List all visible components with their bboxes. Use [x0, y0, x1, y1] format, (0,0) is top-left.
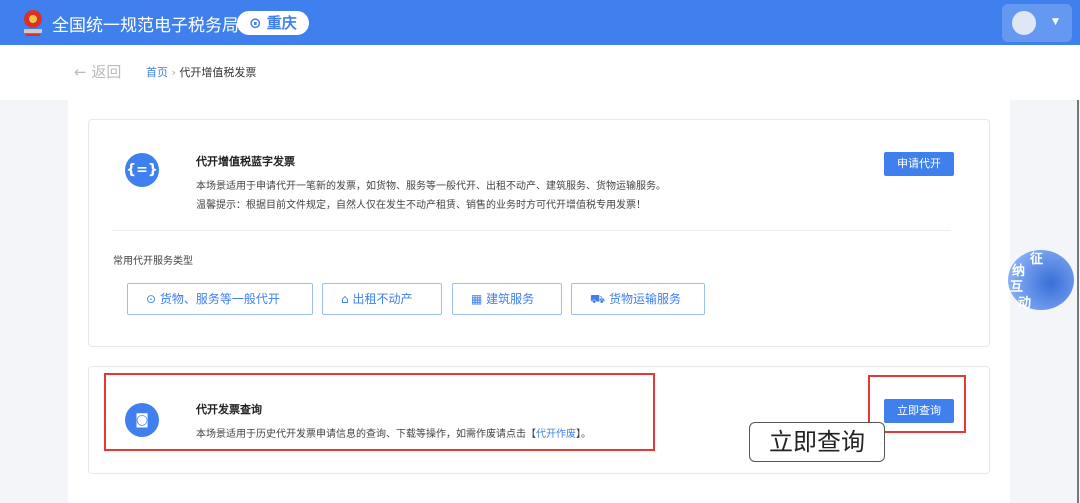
card-title: 代开增值税蓝字发票 [196, 155, 295, 168]
service-transport[interactable]: ⛟ 货物运输服务 [571, 283, 705, 315]
service-label: 建筑服务 [486, 292, 535, 306]
house-icon: ⌂ [341, 292, 349, 306]
service-label: 货物运输服务 [608, 292, 681, 306]
breadcrumb-separator: › [171, 66, 176, 79]
tax-assistant-mascot[interactable]: 征 纳 互 动 [1008, 250, 1074, 311]
apply-button[interactable]: 申请代开 [884, 152, 954, 176]
site-title: 全国统一规范电子税务局 [52, 16, 239, 36]
service-construction[interactable]: ▦ 建筑服务 [452, 283, 562, 315]
services-label: 常用代开服务类型 [113, 256, 193, 267]
callout-label: 立即查询 [749, 422, 885, 462]
breadcrumb: 首页 › 代开增值税发票 [146, 64, 256, 80]
highlight-box [104, 373, 655, 451]
divider [112, 230, 951, 231]
mascot-char: 征 [1030, 252, 1044, 267]
breadcrumb-current: 代开增值税发票 [179, 66, 257, 79]
service-general[interactable]: ⊙ 货物、服务等一般代开 [127, 283, 313, 315]
service-label: 出租不动产 [352, 292, 413, 306]
caret-down-icon: ▼ [1052, 17, 1059, 27]
city-selector[interactable]: ⊙ 重庆 [237, 11, 309, 35]
service-label: 货物、服务等一般代开 [159, 292, 280, 306]
tax-emblem-icon [24, 10, 42, 36]
breadcrumb-bar: ← 返回 首页 › 代开增值税发票 [0, 45, 1080, 100]
city-name: 重庆 [266, 14, 297, 32]
user-menu[interactable]: ▼ [1002, 4, 1072, 42]
chat-icon: ⊙ [146, 292, 157, 306]
scrollbar[interactable] [1077, 100, 1079, 503]
truck-icon: ⛟ [590, 292, 606, 306]
card-desc: 本场景适用于申请代开一笔新的发票，如货物、服务等一般代开、出租不动产、建筑服务、… [196, 181, 666, 192]
blue-invoice-card: {=} 代开增值税蓝字发票 本场景适用于申请代开一笔新的发票，如货物、服务等一般… [88, 119, 990, 347]
service-rental[interactable]: ⌂ 出租不动产 [322, 283, 442, 315]
building-icon: ▦ [471, 292, 483, 306]
header: 全国统一规范电子税务局 ⊙ 重庆 ▼ [0, 0, 1080, 45]
mascot-char: 动 [1018, 296, 1032, 311]
avatar-icon [1012, 11, 1036, 35]
card-tip: 温馨提示：根据目前文件规定，自然人仅在发生不动产租赁、销售的业务时方可代开增值税… [196, 200, 646, 211]
back-button[interactable]: ← 返回 [74, 61, 121, 82]
breadcrumb-home[interactable]: 首页 [146, 66, 168, 79]
ticket-icon: {=} [125, 153, 159, 187]
